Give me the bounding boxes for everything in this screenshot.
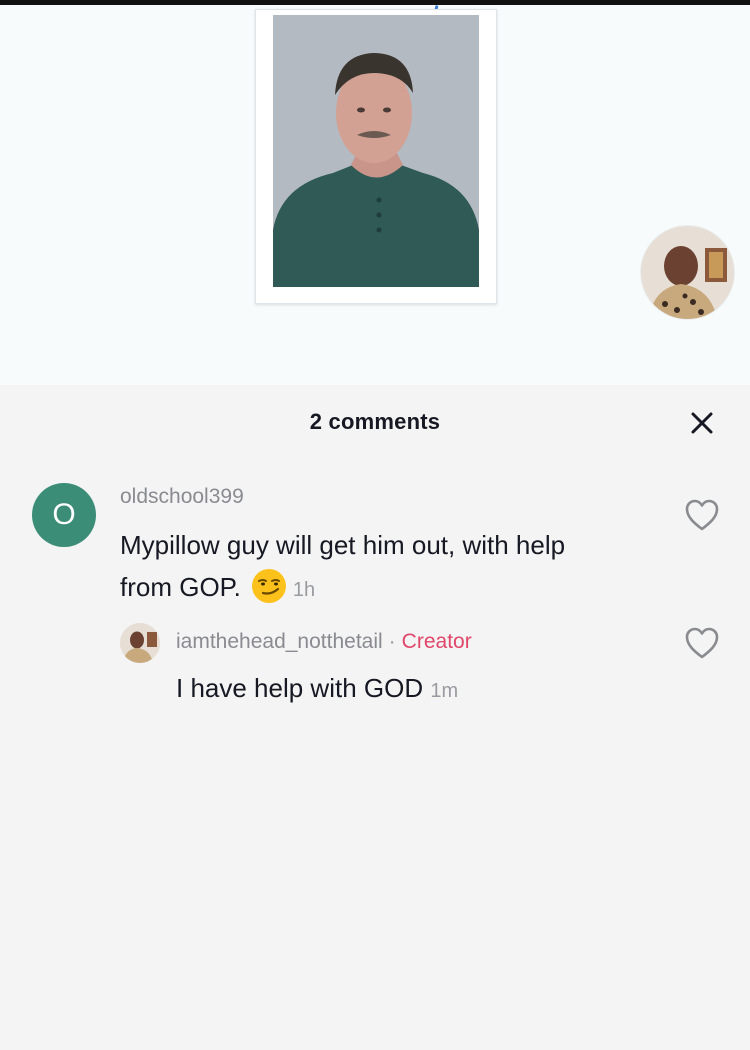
reply-avatar-image bbox=[120, 623, 160, 663]
reply-avatar[interactable] bbox=[120, 623, 160, 663]
heart-outline-icon bbox=[685, 627, 719, 659]
comment-text-line2: from GOP. bbox=[120, 572, 241, 602]
commenter-avatar[interactable]: O bbox=[32, 483, 96, 547]
reply-username[interactable]: iamthehead_notthetail bbox=[176, 630, 383, 653]
creator-avatar[interactable] bbox=[641, 226, 734, 319]
heart-outline-icon bbox=[685, 499, 719, 531]
reply-timestamp: 1m bbox=[430, 680, 459, 702]
creator-avatar-image bbox=[641, 226, 734, 319]
creator-badge: Creator bbox=[401, 630, 472, 653]
close-button[interactable] bbox=[686, 407, 718, 439]
smirking-face-emoji-icon bbox=[251, 568, 287, 604]
comments-panel: 2 comments O oldschool399 Mypillow guy w… bbox=[0, 385, 750, 1050]
close-icon bbox=[691, 412, 713, 434]
comment-text-line1: Mypillow guy will get him out, with help bbox=[120, 530, 566, 560]
reply-body: I have help with GOD 1m bbox=[176, 667, 458, 712]
reply-header: iamthehead_notthetail · Creator bbox=[176, 630, 472, 654]
comment-body: Mypillow guy will get him out, with help… bbox=[120, 524, 660, 611]
comment-timestamp: 1h bbox=[292, 579, 316, 601]
video-preview[interactable] bbox=[0, 4, 750, 385]
portrait-image bbox=[273, 15, 479, 287]
portrait-photo bbox=[273, 15, 479, 287]
comment-username[interactable]: oldschool399 bbox=[120, 485, 244, 509]
comments-count-title: 2 comments bbox=[309, 409, 441, 434]
like-button[interactable] bbox=[684, 498, 720, 532]
comment-text-line2-wrap: from GOP. 1h bbox=[120, 566, 660, 611]
separator-dot: · bbox=[388, 630, 396, 653]
photo-card bbox=[255, 9, 497, 304]
reply-text: I have help with GOD bbox=[176, 673, 424, 703]
reply-like-button[interactable] bbox=[684, 626, 720, 660]
